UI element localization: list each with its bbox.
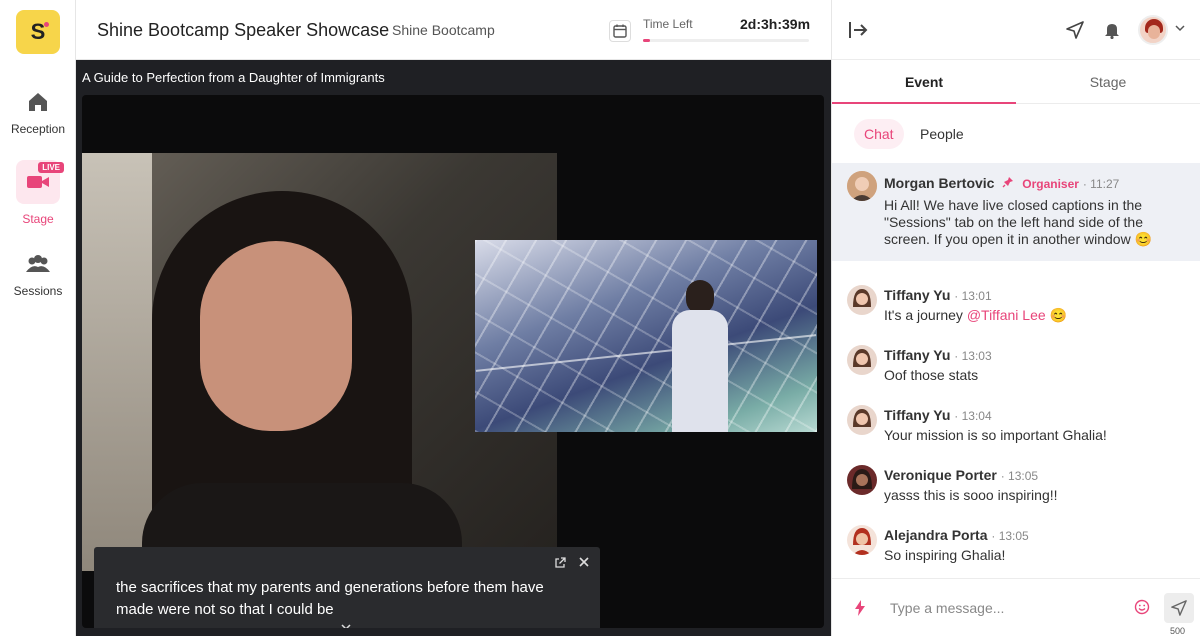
left-rail: S Reception LIVE Stage Sessions	[0, 0, 76, 636]
video-player[interactable]: the sacrifices that my parents and gener…	[82, 95, 824, 628]
stage-icon-box: LIVE	[16, 160, 64, 204]
message-text: Oof those stats	[884, 367, 979, 383]
organiser-badge: Organiser	[1022, 177, 1079, 191]
avatar[interactable]	[847, 171, 877, 201]
stage-area: A Guide to Perfection from a Daughter of…	[76, 60, 831, 636]
message-text: It's a journey @Tiffani Lee 😊	[884, 307, 1184, 324]
message-time: · 13:05	[991, 529, 1029, 543]
author-name: Veronique Porter	[884, 467, 997, 483]
message-emoji: 😊	[1045, 307, 1067, 323]
pin-icon	[1002, 177, 1014, 188]
group-icon	[26, 255, 50, 272]
avatar-face	[1148, 25, 1160, 39]
avatar[interactable]	[847, 405, 877, 435]
rail-item-stage[interactable]: LIVE Stage	[0, 160, 76, 226]
event-title: Shine Bootcamp Speaker Showcase	[97, 20, 390, 40]
message-author[interactable]: Tiffany Yu · 13:01	[884, 287, 992, 303]
logo-dot	[44, 22, 49, 27]
pictured-head	[686, 280, 714, 314]
message-time: · 13:03	[954, 349, 992, 363]
avatar[interactable]	[847, 465, 877, 495]
app-logo[interactable]: S	[16, 10, 60, 54]
panel-tabs: Event Stage	[832, 60, 1200, 104]
rail-item-label: Sessions	[13, 284, 63, 298]
author-name: Morgan Bertovic	[884, 175, 995, 191]
author-name: Tiffany Yu	[884, 407, 951, 423]
message-input[interactable]	[890, 598, 1130, 618]
message-text: yasss this is sooo inspiring!!	[884, 487, 1058, 503]
close-icon[interactable]	[578, 556, 590, 568]
avatar[interactable]	[847, 345, 877, 375]
chat-messages: Morgan Bertovic Organiser · 11:27 Hi All…	[832, 163, 1200, 575]
send-icon[interactable]	[1066, 21, 1084, 39]
rail-item-label: Stage	[22, 212, 54, 226]
home-icon	[29, 93, 47, 111]
bell-icon[interactable]	[1104, 21, 1120, 39]
lightning-icon[interactable]	[854, 600, 866, 616]
collapse-panel-icon[interactable]	[848, 20, 868, 40]
time-left-progress	[643, 39, 809, 42]
author-name: Tiffany Yu	[884, 347, 951, 363]
send-icon	[1171, 600, 1187, 616]
send-button[interactable]	[1164, 593, 1194, 623]
subtab-people[interactable]: People	[910, 119, 974, 149]
message-text-part: It's a journey	[884, 307, 967, 323]
message-time: · 13:04	[954, 409, 992, 423]
avatar[interactable]	[847, 525, 877, 555]
user-avatar[interactable]	[1138, 15, 1168, 45]
message-text: Your mission is so important Ghalia!	[884, 427, 1107, 443]
chevron-down-icon[interactable]	[1174, 24, 1186, 32]
author-name: Tiffany Yu	[884, 287, 951, 303]
rail-item-reception[interactable]: Reception	[0, 90, 76, 136]
live-badge: LIVE	[38, 162, 64, 173]
author-name: Alejandra Porta	[884, 527, 988, 543]
rail-item-sessions[interactable]: Sessions	[0, 254, 76, 298]
chat-subtabs: Chat People	[854, 119, 976, 149]
organizer-name[interactable]: Shine Bootcamp	[392, 22, 495, 38]
user-mention[interactable]: @Tiffani Lee	[967, 307, 1046, 323]
panel-header	[832, 0, 1200, 60]
pictured-body	[672, 310, 728, 432]
message-text: Hi All! We have live closed captions in …	[884, 197, 1153, 247]
message-time: · 13:05	[1000, 469, 1039, 483]
message-time: · 13:01	[954, 289, 992, 303]
video-camera-icon	[27, 176, 49, 188]
caption-text: the sacrifices that my parents and gener…	[116, 579, 544, 618]
session-title: A Guide to Perfection from a Daughter of…	[82, 70, 385, 85]
tab-stage[interactable]: Stage	[1016, 60, 1200, 104]
char-limit: 500	[1170, 626, 1186, 636]
message-composer: 500	[832, 578, 1200, 636]
time-left-label: Time Left	[643, 17, 693, 31]
pinned-message: Morgan Bertovic Organiser · 11:27 Hi All…	[832, 163, 1200, 261]
subtab-chat[interactable]: Chat	[854, 119, 904, 149]
speaker-background	[82, 153, 152, 571]
shared-image	[475, 240, 817, 432]
tab-event[interactable]: Event	[832, 60, 1016, 104]
message-text: So inspiring Ghalia!	[884, 547, 1006, 563]
message-author[interactable]: Veronique Porter · 13:05	[884, 467, 1038, 483]
side-panel: Event Stage Chat People Morgan Bertovic …	[831, 0, 1200, 636]
time-left-value: 2d:3h:39m	[740, 16, 811, 32]
top-header: Shine Bootcamp Speaker Showcase Shine Bo…	[76, 0, 831, 60]
emoji-icon[interactable]	[1134, 599, 1150, 615]
glass-roof	[475, 240, 817, 432]
message-author[interactable]: Alejandra Porta · 13:05	[884, 527, 1029, 543]
time-left-progress-fill	[643, 39, 650, 42]
chevron-down-icon[interactable]	[340, 623, 352, 628]
calendar-icon[interactable]	[609, 20, 631, 42]
message-author[interactable]: Tiffany Yu · 13:03	[884, 347, 992, 363]
message-time: · 11:27	[1082, 177, 1120, 191]
avatar[interactable]	[847, 285, 877, 315]
message-author[interactable]: Tiffany Yu · 13:04	[884, 407, 992, 423]
message-author[interactable]: Morgan Bertovic Organiser · 11:27	[884, 175, 1119, 191]
speaker-face	[200, 241, 352, 431]
popout-icon[interactable]	[554, 557, 566, 569]
captions-box: the sacrifices that my parents and gener…	[94, 547, 600, 628]
rail-item-label: Reception	[10, 122, 66, 136]
pictured-person	[672, 280, 728, 432]
